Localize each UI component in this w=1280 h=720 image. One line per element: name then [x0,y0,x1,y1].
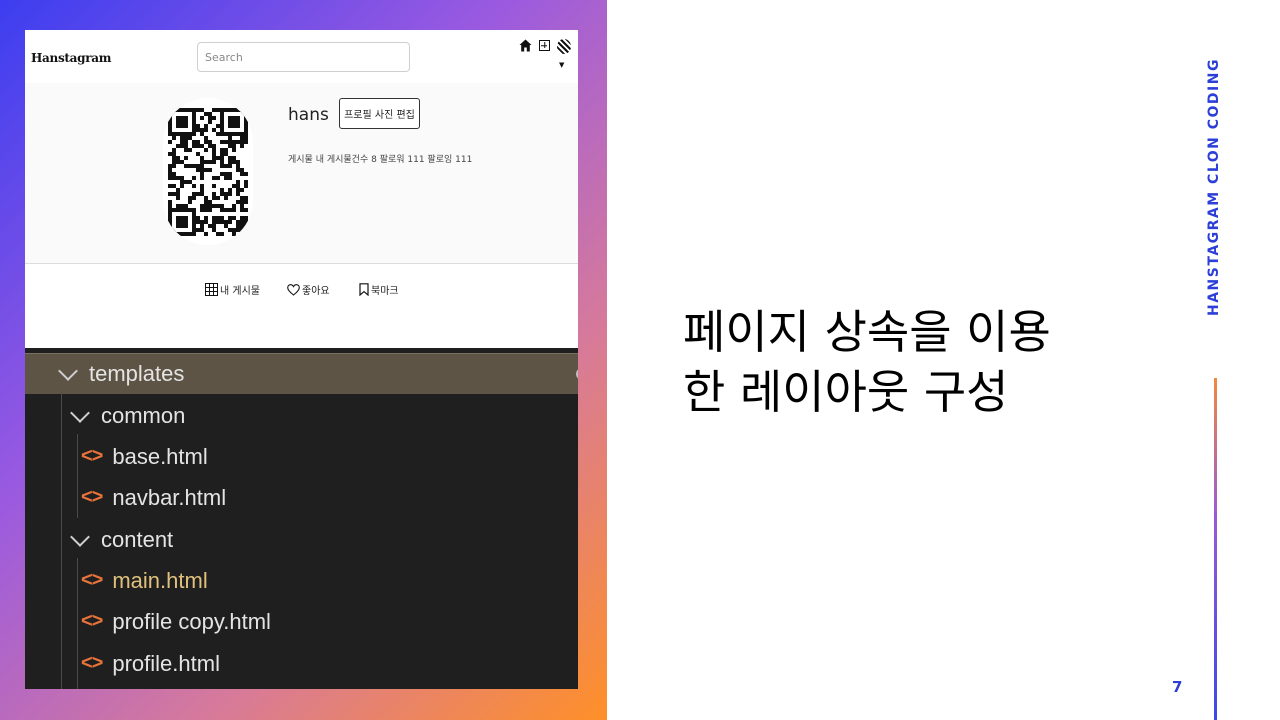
edit-profile-photo-button[interactable]: 프로필 사진 편집 [339,98,420,129]
bookmark-icon [359,283,369,296]
profile-stats: 게시물 내 게시물건수 8 팔로워 111 팔로잉 111 [288,155,473,165]
tab-label: 좋아요 [302,286,330,297]
tab-label: 북마크 [371,286,399,297]
html-file-icon: <> [81,445,103,467]
html-file-icon: <> [81,486,103,508]
caret-down-icon[interactable]: ▼ [559,61,564,69]
hanstagram-profile-screenshot: Hanstagram ▼ hans 프로필 사진 편집 게시물 내 게시물건수 … [25,30,578,348]
page-number: 7 [1172,678,1183,696]
file-label: base.html [112,443,208,469]
folder-templates[interactable]: templates [25,353,578,394]
search-input[interactable] [197,42,410,72]
file-label: profile copy.html [112,608,271,634]
folder-common[interactable]: common [25,395,578,436]
file-main-html[interactable]: <> main.html M [25,560,578,601]
file-base-html[interactable]: <> base.html [25,436,578,477]
divider [25,263,578,264]
heart-icon [287,283,300,296]
file-label: navbar.html [112,484,227,510]
chevron-down-icon [58,360,78,381]
tab-label: 내 게시물 [220,286,260,297]
folder-content[interactable]: content [25,519,578,560]
file-profile-html[interactable]: <> profile.html [25,643,578,684]
status-dot [576,367,578,380]
tab-bookmarks[interactable]: 북마크 [359,282,399,297]
folder-label: common [101,402,186,428]
profile-avatar-icon[interactable] [557,39,571,54]
grid-icon [205,283,218,296]
profile-photo[interactable] [163,98,253,245]
headline-line-1: 페이지 상속을 이용 [683,305,1051,359]
html-file-icon: <> [81,610,103,632]
slide-headline: 페이지 상속을 이용 한 레이아웃 구성 [683,302,1051,422]
folder-label: content [101,526,174,552]
chevron-down-icon [70,526,90,547]
headline-line-2: 한 레이아웃 구성 [683,365,1009,419]
vertical-section-label: HANSTAGRAM CLON CODING [1206,58,1222,316]
file-navbar-html[interactable]: <> navbar.html [25,477,578,518]
tab-likes[interactable]: 좋아요 [287,282,330,297]
tab-my-posts[interactable]: 내 게시물 [205,282,260,297]
add-post-icon[interactable] [539,40,550,51]
folder-label: templates [89,360,185,386]
home-icon[interactable] [519,39,532,52]
brand-logo[interactable]: Hanstagram [31,51,111,65]
accent-line [1214,378,1217,720]
nav-icons [519,39,571,54]
file-label: profile.html [112,650,220,676]
html-file-icon: <> [81,569,103,591]
profile-username: hans [288,105,329,125]
file-profile-copy-html[interactable]: <> profile copy.html [25,601,578,642]
file-explorer: templates common <> base.html <> navbar.… [25,348,578,689]
html-file-icon: <> [81,652,103,674]
profile-header: hans 프로필 사진 편집 게시물 내 게시물건수 8 팔로워 111 팔로잉… [25,83,578,263]
chevron-down-icon [70,402,90,423]
file-label: main.html [112,567,208,593]
